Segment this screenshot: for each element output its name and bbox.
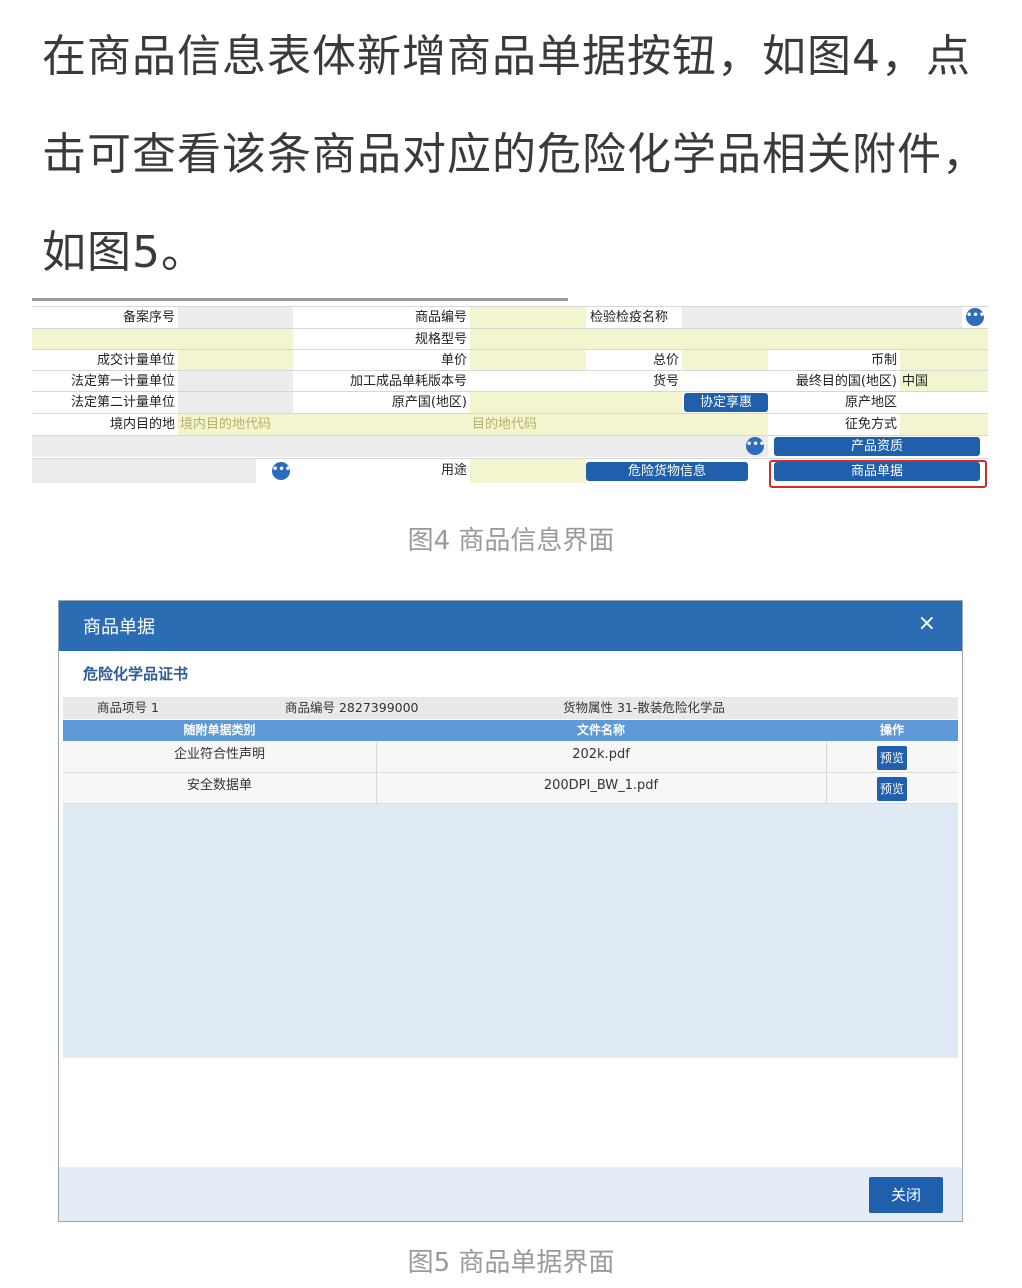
more-options-icon[interactable]: ••• xyxy=(746,437,765,455)
unit-price-field[interactable] xyxy=(470,350,586,371)
label-product-code: 商品编号 xyxy=(293,307,470,328)
label-consumption-version: 加工成品单耗版本号 xyxy=(293,371,470,392)
label-unit-price: 单价 xyxy=(293,350,470,371)
currency-field[interactable] xyxy=(900,350,988,371)
label-record-no: 备案序号 xyxy=(32,307,178,328)
dest-code-field[interactable]: 目的地代码 xyxy=(470,414,768,435)
exemption-field[interactable] xyxy=(900,414,988,435)
figure-5-caption: 图5 商品单据界面 xyxy=(407,1248,615,1278)
more-options-icon[interactable]: ••• xyxy=(272,462,291,480)
label-domestic-dest: 境内目的地 xyxy=(32,414,178,435)
label-spec-model: 规格型号 xyxy=(293,329,470,350)
intro-paragraph: 在商品信息表体新增商品单据按钮，如图4，点击可查看该条商品对应的危险化学品相关附… xyxy=(42,31,987,278)
legal-unit-2-field[interactable] xyxy=(178,392,293,413)
form-row: 法定第二计量单位 原产国(地区) 协定享惠 原产地区 xyxy=(32,391,988,413)
consumption-version-field[interactable] xyxy=(470,371,586,392)
form-row: 法定第一计量单位 加工成品单耗版本号 货号 最终目的国(地区) 中国 xyxy=(32,370,988,392)
record-no-field[interactable] xyxy=(178,307,293,328)
deal-unit-field[interactable] xyxy=(178,350,293,371)
legal-unit-1-field[interactable] xyxy=(178,371,293,392)
domestic-dest-field[interactable]: 境内目的地代码 xyxy=(178,414,470,435)
label-currency: 币制 xyxy=(768,350,900,371)
origin-region-field[interactable] xyxy=(900,392,988,413)
product-info-row: 商品项号 1 商品编号 2827399000 货物属性 31-散装危险化学品 xyxy=(63,697,958,719)
row-file-name: 202k.pdf xyxy=(572,747,630,762)
label-origin-region: 原产地区 xyxy=(768,392,900,413)
dialog-title: 商品单据 xyxy=(83,617,155,638)
label-origin-country: 原产国(地区) xyxy=(293,392,470,413)
label-dest-country: 最终目的国(地区) xyxy=(768,371,900,392)
divider xyxy=(826,742,827,772)
dialog-header: 商品单据 × xyxy=(59,601,962,651)
total-price-field[interactable] xyxy=(682,350,768,371)
origin-country-field[interactable] xyxy=(470,392,682,413)
label-usage: 用途 xyxy=(293,459,470,483)
table-row: 安全数据单 200DPI_BW_1.pdf 预览 xyxy=(63,773,958,804)
highlight-box xyxy=(769,460,987,488)
product-documents-dialog: 商品单据 × 危险化学品证书 商品项号 1 商品编号 2827399000 货物… xyxy=(58,600,963,1222)
product-qualification-button[interactable]: 产品资质 xyxy=(774,437,980,456)
label-legal-unit-2: 法定第二计量单位 xyxy=(32,392,178,413)
goods-attribute: 货物属性 31-散装危险化学品 xyxy=(563,700,725,715)
col-file-name: 文件名称 xyxy=(576,723,625,737)
item-no: 商品项号 1 xyxy=(97,700,159,715)
dangerous-goods-info-button[interactable]: 危险货物信息 xyxy=(586,462,748,481)
preview-button[interactable]: 预览 xyxy=(877,746,907,770)
figure-4-product-info: 备案序号 商品编号 检验检疫名称 ••• 规格型号 成交计量单位 单价 总价 币… xyxy=(32,298,988,502)
label-exemption: 征免方式 xyxy=(768,414,900,435)
spacer-field xyxy=(32,329,293,350)
more-options-icon[interactable]: ••• xyxy=(966,308,985,326)
blank-field xyxy=(32,459,256,483)
divider xyxy=(32,298,568,301)
label-legal-unit-1: 法定第一计量单位 xyxy=(32,371,178,392)
row-file-name: 200DPI_BW_1.pdf xyxy=(543,778,659,793)
preview-button[interactable]: 预览 xyxy=(877,777,907,801)
table-header: 随附单据类别 文件名称 操作 xyxy=(63,720,958,741)
label-goods-no: 货号 xyxy=(586,371,682,392)
agreement-benefit-button[interactable]: 协定享惠 xyxy=(684,393,768,412)
product-code: 商品编号 2827399000 xyxy=(285,700,419,715)
section-title: 危险化学品证书 xyxy=(83,665,189,683)
col-action: 操作 xyxy=(879,723,904,737)
ciq-name-field[interactable] xyxy=(682,307,962,328)
label-total-price: 总价 xyxy=(586,350,682,371)
row-category: 安全数据单 xyxy=(186,778,252,793)
goods-no-field[interactable] xyxy=(682,371,768,392)
row-category: 企业符合性声明 xyxy=(173,747,265,762)
divider xyxy=(826,773,827,803)
dialog-footer: 关闭 xyxy=(59,1167,962,1221)
form-row: ••• 产品资质 xyxy=(32,435,988,457)
label-ciq-name: 检验检疫名称 xyxy=(586,307,682,328)
table-row: 企业符合性声明 202k.pdf 预览 xyxy=(63,742,958,773)
form-row: 备案序号 商品编号 检验检疫名称 ••• xyxy=(32,306,988,328)
form-row: 成交计量单位 单价 总价 币制 xyxy=(32,349,988,371)
spec-model-field[interactable] xyxy=(470,329,988,350)
label-deal-unit: 成交计量单位 xyxy=(32,350,178,371)
col-category: 随附单据类别 xyxy=(183,723,256,737)
figure-4-caption: 图4 商品信息界面 xyxy=(407,526,615,556)
form-row: 境内目的地 境内目的地代码 目的地代码 征免方式 xyxy=(32,413,988,435)
table-empty-area xyxy=(63,804,958,1058)
form-row: 规格型号 xyxy=(32,328,988,350)
close-icon[interactable]: × xyxy=(918,611,936,636)
blank-field xyxy=(32,436,768,457)
dest-country-field[interactable]: 中国 xyxy=(900,371,988,392)
usage-field[interactable] xyxy=(470,459,586,483)
close-button[interactable]: 关闭 xyxy=(869,1177,943,1213)
product-code-field[interactable] xyxy=(470,307,586,328)
